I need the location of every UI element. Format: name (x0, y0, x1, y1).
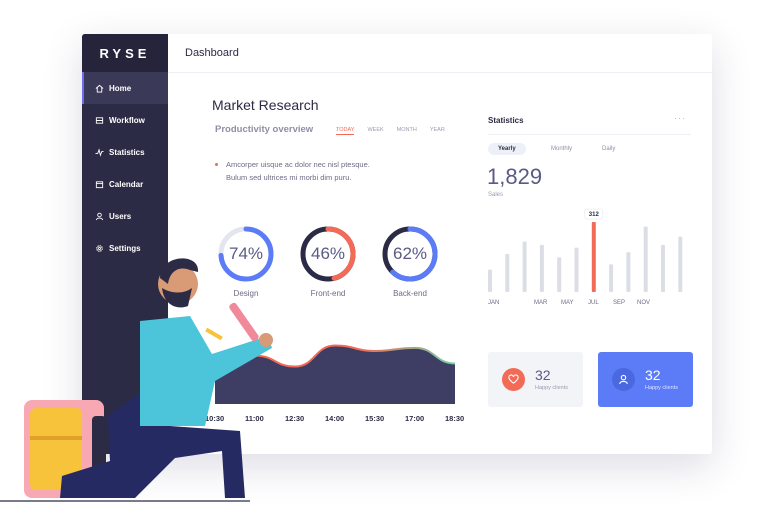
donut-back-end: 62% Back-end (381, 225, 439, 298)
sidebar-item-label: Workflow (109, 115, 145, 125)
workflow-icon (95, 116, 104, 124)
bar-nov (661, 244, 665, 292)
sidebar-item-calendar[interactable]: Calendar (82, 168, 168, 200)
note-line-2: Bulum sed ultrices mi morbi dim puru. (226, 173, 352, 182)
statistics-bar-chart: 312 (488, 208, 683, 292)
bar-oct (643, 226, 648, 292)
time-tick: 14:00 (325, 414, 345, 423)
heart-icon (502, 368, 525, 391)
bar-jun (574, 247, 579, 292)
productivity-overview-label: Productivity overview (215, 124, 314, 135)
home-icon (95, 84, 104, 93)
more-options-button[interactable]: ··· (674, 113, 686, 123)
period-tabs: TODAY WEEK MONTH YEAR (336, 127, 445, 135)
card-value: 32 (645, 367, 661, 383)
bar-jul (591, 222, 596, 292)
bar-may (557, 257, 562, 292)
sales-label: Sales (488, 192, 504, 198)
sales-total: 1,829 (487, 164, 543, 189)
tab-week[interactable]: WEEK (367, 127, 383, 135)
donut-label: Back-end (393, 289, 427, 298)
donut-value: 46% (310, 244, 346, 263)
tab-today[interactable]: TODAY (336, 127, 355, 135)
market-note: Amcorper uisque ac dolor nec nisl ptesqu… (215, 158, 370, 184)
page-title: Dashboard (185, 47, 239, 59)
month-label: MAR (534, 300, 548, 306)
person-illustration (0, 258, 273, 502)
page-header: Dashboard (168, 34, 712, 73)
card-caption: Happy clients (645, 385, 679, 391)
tab-year[interactable]: YEAR (430, 127, 445, 135)
sidebar-item-label: Users (109, 211, 132, 221)
happy-clients-card[interactable]: 32 Happy clients (488, 352, 583, 407)
sidebar-item-workflow[interactable]: Workflow (82, 104, 168, 136)
sidebar-item-users[interactable]: Users (82, 200, 168, 232)
statistics-title: Statistics (488, 116, 524, 125)
divider (488, 134, 691, 135)
time-tick: 18:30 (445, 414, 465, 423)
card-value: 32 (535, 367, 551, 383)
user-icon (612, 368, 635, 391)
period-monthly[interactable]: Monthly (551, 146, 572, 152)
month-label: NOV (637, 300, 651, 306)
statistics-icon (95, 147, 104, 157)
bar-jan (488, 269, 492, 292)
month-label: JAN (488, 300, 500, 306)
bar-aug (609, 264, 614, 292)
period-daily[interactable]: Daily (602, 146, 615, 152)
bar-mar (522, 241, 527, 292)
user-icon (95, 212, 104, 220)
tab-month[interactable]: MONTH (397, 127, 417, 135)
month-label: JUL (588, 300, 599, 306)
month-label: MAY (561, 300, 574, 306)
period-yearly[interactable]: Yearly (488, 143, 526, 155)
bar-tooltip-value: 312 (589, 212, 600, 218)
bar-feb (505, 253, 510, 292)
time-tick: 17:00 (405, 414, 425, 423)
bullet-dot (215, 163, 218, 166)
logo: RYSE (82, 34, 168, 72)
sidebar-item-statistics[interactable]: Statistics (82, 136, 168, 168)
sidebar-item-label: Statistics (109, 147, 145, 157)
calendar-icon (95, 180, 104, 188)
donut-value: 62% (392, 244, 428, 263)
time-tick: 15:30 (365, 414, 385, 423)
sidebar-item-label: Calendar (109, 179, 144, 189)
bar-dec (678, 236, 683, 292)
sidebar-item-home[interactable]: Home (82, 72, 168, 104)
donut-front-end: 46% Front-end (299, 225, 357, 298)
market-research-title: Market Research (212, 97, 319, 113)
card-caption: Happy clients (535, 385, 569, 391)
month-label: SEP (613, 300, 626, 306)
bar-sep (626, 252, 631, 292)
sidebar-item-label: Home (109, 83, 132, 93)
note-line-1: Amcorper uisque ac dolor nec nisl ptesqu… (226, 160, 370, 169)
happy-clients-card-primary[interactable]: 32 Happy clients (598, 352, 693, 407)
bar-apr (539, 244, 544, 292)
